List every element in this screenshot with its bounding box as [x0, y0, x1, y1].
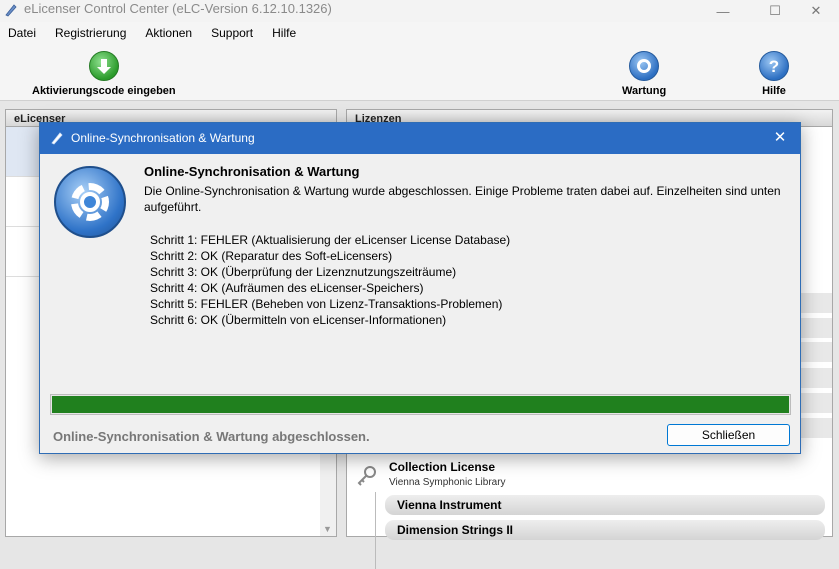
maintenance-label: Wartung [622, 85, 667, 97]
dialog-title: Online-Synchronisation & Wartung [71, 131, 255, 145]
maintenance-button[interactable]: Wartung [622, 51, 666, 97]
menu-datei[interactable]: Datei [8, 26, 36, 40]
step-item: Schritt 4: OK (Aufräumen des eLicenser-S… [150, 281, 424, 295]
license-subtitle: Vienna Symphonic Library [389, 477, 506, 488]
dialog-heading: Online-Synchronisation & Wartung [144, 164, 360, 179]
license-item[interactable]: Vienna Instrument [385, 495, 825, 515]
step-item: Schritt 6: OK (Übermitteln von eLicenser… [150, 313, 447, 327]
close-button[interactable]: Schließen [667, 424, 790, 446]
license-item[interactable]: Dimension Strings II [385, 520, 825, 540]
scroll-down-icon[interactable]: ▼ [323, 524, 332, 534]
key-icon [357, 466, 376, 486]
menu-registrierung[interactable]: Registrierung [55, 26, 126, 40]
elicenser-icon [51, 132, 63, 145]
minimize-button[interactable]: — [700, 0, 746, 22]
step-item: Schritt 2: OK (Reparatur des Soft-eLicen… [150, 249, 393, 263]
license-title: Collection License [389, 460, 496, 474]
menu-support[interactable]: Support [211, 26, 253, 40]
step-item: Schritt 5: FEHLER (Beheben von Lizenz-Tr… [150, 297, 503, 311]
step-list: Schritt 1: FEHLER (Aktualisierung der eL… [150, 232, 510, 328]
sync-maintenance-dialog: Online-Synchronisation & Wartung ✕ Onlin… [39, 122, 801, 454]
window-titlebar: eLicenser Control Center (eLC-Version 6.… [0, 0, 839, 22]
progress-fill [52, 396, 789, 413]
download-arrow-icon [88, 51, 119, 81]
help-icon: ? [759, 51, 789, 81]
dialog-description: Die Online-Synchronisation & Wartung wur… [144, 184, 781, 214]
activate-code-label: Aktivierungscode eingeben [32, 85, 176, 97]
menu-bar: Datei Registrierung Aktionen Support Hil… [0, 22, 839, 43]
step-item: Schritt 3: OK (Überprüfung der Lizenznut… [150, 265, 457, 279]
window-title: eLicenser Control Center (eLC-Version 6.… [24, 1, 332, 16]
dialog-titlebar: Online-Synchronisation & Wartung ✕ [40, 123, 800, 154]
progress-bar [50, 394, 791, 415]
status-text: Online-Synchronisation & Wartung abgesch… [53, 429, 370, 444]
maximize-button[interactable]: ☐ [752, 0, 798, 22]
step-item: Schritt 1: FEHLER (Aktualisierung der eL… [150, 233, 511, 247]
dialog-close-icon[interactable]: ✕ [768, 128, 792, 148]
menu-hilfe[interactable]: Hilfe [272, 26, 296, 40]
window-close-button[interactable]: ✕ [793, 0, 839, 22]
help-label: Hilfe [762, 85, 786, 97]
elicenser-icon [5, 4, 17, 17]
menu-aktionen[interactable]: Aktionen [145, 26, 192, 40]
toolbar: Aktivierungscode eingeben Wartung ? Hilf… [0, 43, 839, 101]
help-button[interactable]: ? Hilfe [759, 51, 789, 97]
gear-icon [54, 166, 126, 238]
activate-code-button[interactable]: Aktivierungscode eingeben [32, 51, 176, 97]
gear-icon [629, 51, 660, 81]
